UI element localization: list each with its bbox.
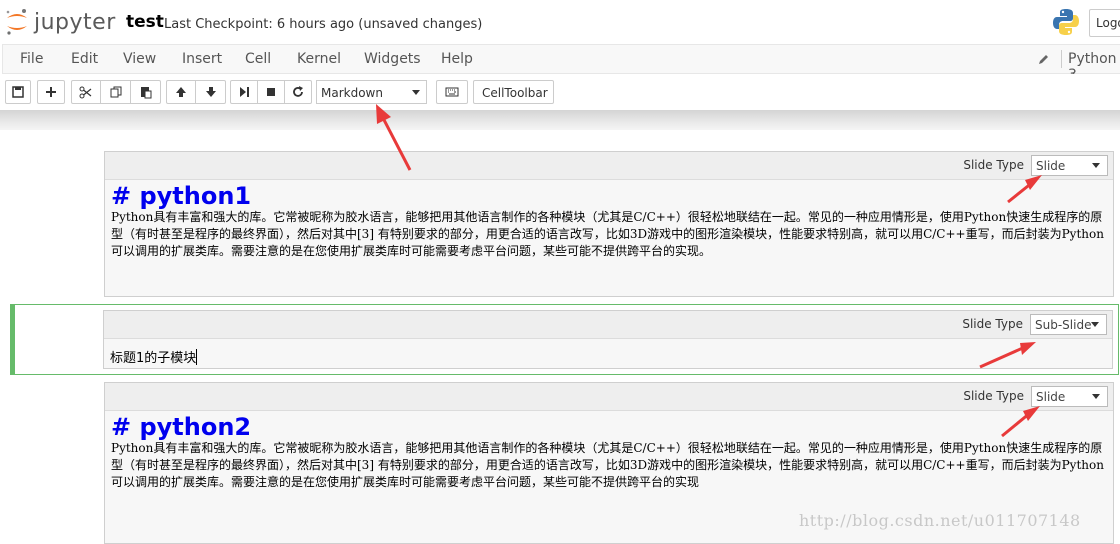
annotation-arrows [376,104,1042,438]
annotation-arrow-slide2 [1001,406,1040,438]
annotation-arrow-slide1 [1007,175,1042,204]
annotation-arrow-subslide [979,342,1036,369]
annotation-arrow-celltype [376,104,412,171]
